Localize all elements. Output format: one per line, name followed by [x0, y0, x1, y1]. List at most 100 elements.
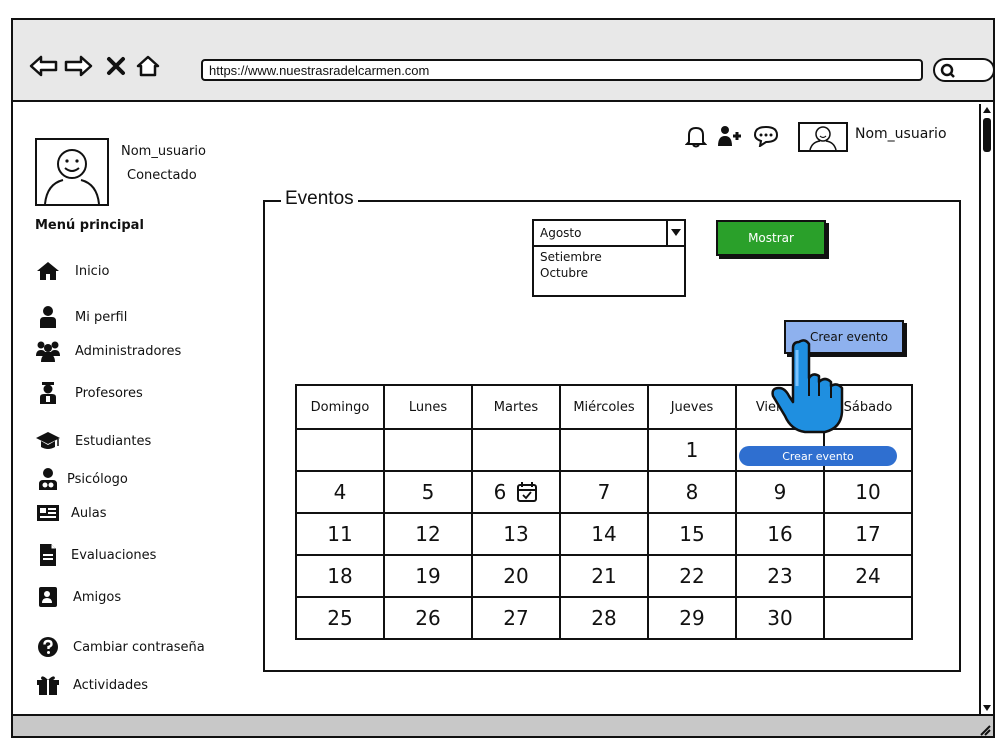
graduation-cap-icon [35, 428, 61, 454]
calendar-check-icon[interactable] [516, 481, 538, 503]
day-cell-event[interactable]: 6 [471, 470, 561, 514]
browser-toolbar: https://www.nuestrasradelcarmen.com [13, 20, 993, 102]
calendar-week-row: 11 12 13 14 15 16 17 [295, 512, 913, 556]
sidebar-item-label: Cambiar contraseña [73, 639, 205, 655]
day-cell[interactable]: 13 [471, 512, 561, 556]
vertical-scrollbar[interactable] [979, 104, 993, 714]
day-cell[interactable]: 19 [383, 554, 473, 598]
calendar-week-row: 25 26 27 28 29 30 [295, 596, 913, 640]
day-cell[interactable]: 12 [383, 512, 473, 556]
day-cell[interactable]: 7 [559, 470, 649, 514]
month-select[interactable]: Agosto [532, 219, 686, 247]
back-arrow-icon[interactable] [27, 52, 61, 80]
psychologist-icon [35, 466, 61, 492]
day-cell[interactable]: 24 [823, 554, 913, 598]
day-cell[interactable]: 21 [559, 554, 649, 598]
calendar-week-row: 18 19 20 21 22 23 24 [295, 554, 913, 598]
day-cell[interactable]: 25 [295, 596, 385, 640]
events-legend: Eventos [281, 188, 358, 210]
day-cell[interactable]: 27 [471, 596, 561, 640]
day-cell[interactable]: 30 [735, 596, 825, 640]
day-cell[interactable]: 22 [647, 554, 737, 598]
sidebar-item-evaluaciones[interactable]: Evaluaciones [35, 542, 156, 568]
weekday-header: Lunes [383, 384, 473, 430]
sidebar-item-label: Mi perfil [75, 309, 128, 325]
day-cell[interactable]: 1 [647, 428, 737, 472]
header-avatar[interactable] [798, 122, 848, 152]
sidebar-item-amigos[interactable]: Amigos [35, 584, 121, 610]
day-cell[interactable]: 10 [823, 470, 913, 514]
day-cell[interactable]: 18 [295, 554, 385, 598]
status-bar [13, 714, 993, 736]
day-cell[interactable] [823, 596, 913, 640]
create-event-pill[interactable]: Crear evento [739, 446, 897, 466]
show-button[interactable]: Mostrar [716, 220, 826, 256]
sidebar-item-actividades[interactable]: Actividades [35, 672, 148, 698]
day-cell[interactable]: 9 [735, 470, 825, 514]
day-cell[interactable]: 14 [559, 512, 649, 556]
classroom-icon [35, 500, 61, 526]
sidebar-item-aulas[interactable]: Aulas [35, 500, 106, 526]
resize-grip-icon[interactable] [977, 722, 991, 736]
sidebar-item-label: Psicólogo [67, 471, 128, 487]
scroll-down-icon[interactable] [981, 702, 993, 714]
day-number: 6 [493, 480, 507, 504]
scrollbar-thumb[interactable] [983, 118, 991, 152]
sidebar-item-label: Inicio [75, 263, 110, 279]
document-icon [35, 542, 61, 568]
scroll-up-icon[interactable] [981, 104, 993, 116]
search-icon [940, 63, 955, 78]
bell-icon[interactable] [683, 124, 709, 148]
avatar [35, 138, 109, 206]
day-cell[interactable]: 28 [559, 596, 649, 640]
sidebar-item-psicologo[interactable]: Psicólogo [35, 466, 128, 492]
sidebar-item-estudiantes[interactable]: Estudiantes [35, 428, 151, 454]
month-options-list: Setiembre Octubre [532, 247, 686, 297]
browser-search-box[interactable] [933, 58, 993, 82]
user-avatar-icon [44, 149, 100, 205]
sidebar-item-cambiar-contrasena[interactable]: Cambiar contraseña [35, 634, 205, 660]
day-cell[interactable]: 8 [647, 470, 737, 514]
group-icon [35, 338, 61, 364]
day-cell[interactable]: 17 [823, 512, 913, 556]
day-cell[interactable]: 5 [383, 470, 473, 514]
forward-arrow-icon[interactable] [61, 52, 95, 80]
add-user-icon[interactable] [717, 124, 743, 148]
calendar-week-row: 4 5 6 7 8 9 10 [295, 470, 913, 514]
day-cell[interactable]: 20 [471, 554, 561, 598]
day-cell[interactable] [383, 428, 473, 472]
month-select-value: Agosto [540, 226, 582, 240]
menu-title: Menú principal [35, 218, 144, 233]
weekday-header: Miércoles [559, 384, 649, 430]
day-cell[interactable] [295, 428, 385, 472]
stop-icon[interactable] [99, 52, 133, 80]
sidebar-item-inicio[interactable]: Inicio [35, 258, 109, 284]
day-cell[interactable]: 15 [647, 512, 737, 556]
day-cell[interactable] [471, 428, 561, 472]
day-cell[interactable]: 11 [295, 512, 385, 556]
day-cell[interactable]: 26 [383, 596, 473, 640]
browser-window: https://www.nuestrasradelcarmen.com Nom_… [11, 18, 995, 738]
sidebar-item-profesores[interactable]: Profesores [35, 380, 143, 406]
sidebar-item-mi-perfil[interactable]: Mi perfil [35, 304, 127, 330]
month-option[interactable]: Octubre [540, 265, 678, 281]
user-icon [35, 304, 61, 330]
sidebar-item-administradores[interactable]: Administradores [35, 338, 181, 364]
url-bar[interactable]: https://www.nuestrasradelcarmen.com [201, 59, 923, 81]
day-cell[interactable]: 23 [735, 554, 825, 598]
weekday-header: Domingo [295, 384, 385, 430]
user-avatar-icon [809, 126, 837, 151]
chevron-down-icon[interactable] [666, 221, 684, 245]
day-cell[interactable]: 29 [647, 596, 737, 640]
hand-pointer-icon [771, 339, 844, 434]
day-cell[interactable] [559, 428, 649, 472]
gift-icon [35, 672, 61, 698]
home-browser-icon[interactable] [131, 52, 165, 80]
header-username[interactable]: Nom_usuario [855, 126, 947, 142]
chat-icon[interactable] [753, 124, 779, 148]
day-cell[interactable]: 4 [295, 470, 385, 514]
sidebar-user-status: Conectado [127, 168, 197, 183]
day-cell[interactable]: 16 [735, 512, 825, 556]
month-option[interactable]: Setiembre [540, 249, 678, 265]
teacher-icon [35, 380, 61, 406]
